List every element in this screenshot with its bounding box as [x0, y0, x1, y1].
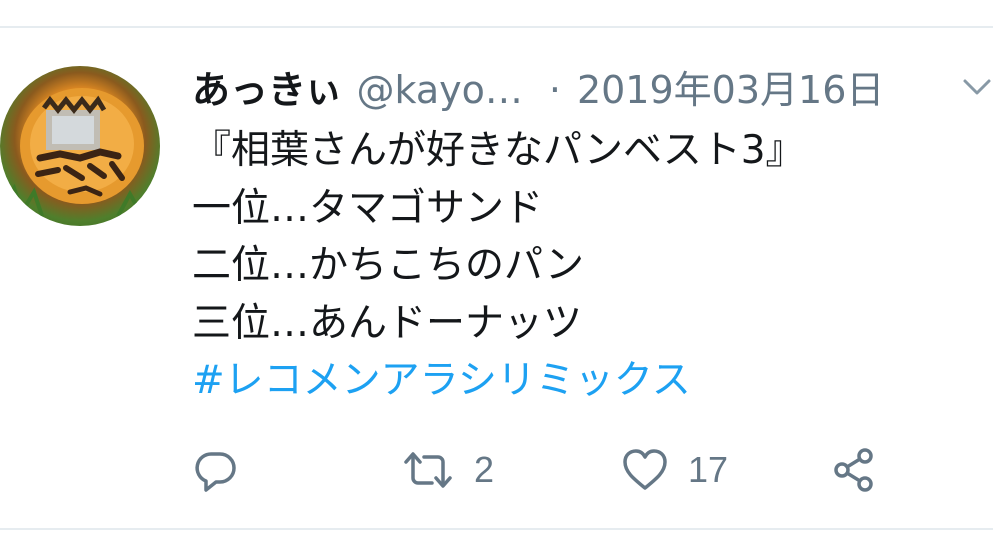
avatar[interactable] [0, 66, 160, 226]
retweet-count: 2 [474, 449, 495, 490]
tweet-line: 三位…あんドーナッツ [192, 300, 583, 346]
hashtag-link[interactable]: #レコメンアラシリミックス [192, 352, 982, 410]
author-name[interactable]: あっきぃ [192, 58, 342, 122]
tweet-line: 二位…かちこちのパン [192, 243, 584, 288]
top-divider [0, 26, 993, 28]
tweet-actions: 2 17 [192, 442, 892, 498]
share-icon [830, 446, 878, 494]
tweet-line: 『相葉さんが好きなパンベスト3』 [192, 128, 805, 173]
reply-button[interactable] [192, 442, 240, 498]
like-button[interactable]: 17 [620, 442, 728, 498]
bottom-divider [0, 528, 993, 530]
reply-icon [192, 446, 240, 494]
heart-icon [620, 446, 670, 494]
separator-dot: · [548, 68, 561, 112]
chevron-down-icon[interactable] [962, 76, 992, 98]
author-handle[interactable]: @kayo… [356, 58, 522, 122]
like-count: 17 [688, 449, 729, 490]
tweet-header: あっきぃ @kayo… · 2019年03月16日 [192, 58, 992, 122]
tweet-line: 一位…タマゴサンド [192, 185, 544, 231]
tweet-text: 『相葉さんが好きなパンベスト3』 一位…タマゴサンド 二位…かちこちのパン 三位… [192, 122, 982, 410]
tweet-date[interactable]: 2019年03月16日 [577, 58, 884, 122]
retweet-button[interactable]: 2 [400, 442, 494, 498]
share-button[interactable] [830, 442, 878, 498]
retweet-icon [400, 446, 456, 494]
